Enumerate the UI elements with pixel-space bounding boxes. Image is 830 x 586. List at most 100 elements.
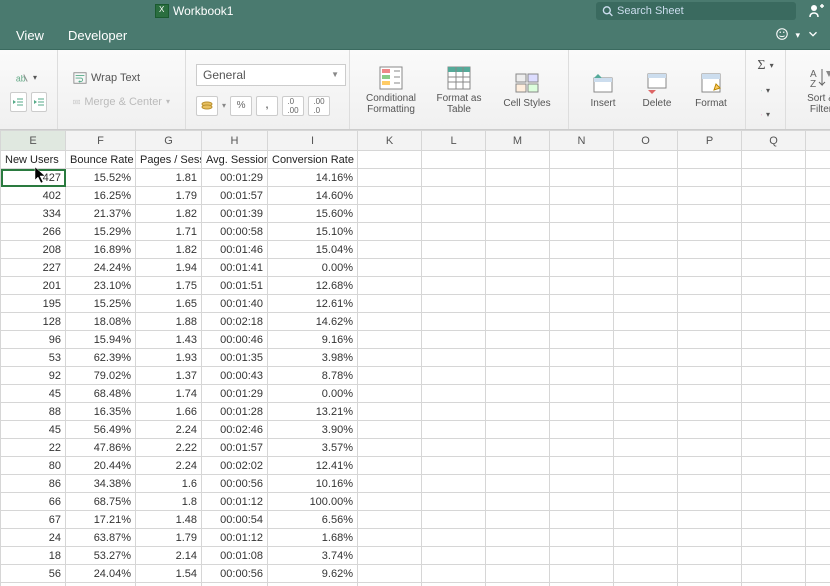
cell-N-5[interactable]	[550, 259, 614, 277]
cell-K-17[interactable]	[358, 475, 422, 493]
cell-Q-17[interactable]	[742, 475, 806, 493]
cell-G-18[interactable]: 1.8	[136, 493, 202, 511]
cell-H-18[interactable]: 00:01:12	[202, 493, 268, 511]
cell-F-19[interactable]: 17.21%	[66, 511, 136, 529]
cell-E-9[interactable]: 96	[1, 331, 66, 349]
cell-Q-11[interactable]	[742, 367, 806, 385]
increase-decimal-button[interactable]: .0.00	[282, 96, 304, 116]
cell-N-14[interactable]	[550, 421, 614, 439]
cell-Q-22[interactable]	[742, 565, 806, 583]
cell-F-6[interactable]: 23.10%	[66, 277, 136, 295]
header-cell-Q[interactable]	[742, 151, 806, 169]
cell-H-5[interactable]: 00:01:41	[202, 259, 268, 277]
cell-O-21[interactable]	[614, 547, 678, 565]
cell-F-1[interactable]: 16.25%	[66, 187, 136, 205]
cell-R-0[interactable]	[806, 169, 830, 187]
col-header-P[interactable]: P	[678, 131, 742, 151]
cell-I-3[interactable]: 15.10%	[268, 223, 358, 241]
cell-K-14[interactable]	[358, 421, 422, 439]
cell-R-6[interactable]	[806, 277, 830, 295]
increase-indent-button[interactable]	[31, 92, 48, 112]
cell-M-17[interactable]	[486, 475, 550, 493]
cell-M-23[interactable]	[486, 583, 550, 586]
cell-P-3[interactable]	[678, 223, 742, 241]
decrease-decimal-button[interactable]: .00.0	[308, 96, 330, 116]
cell-I-20[interactable]: 1.68%	[268, 529, 358, 547]
cell-K-20[interactable]	[358, 529, 422, 547]
cell-Q-8[interactable]	[742, 313, 806, 331]
cell-R-11[interactable]	[806, 367, 830, 385]
fill-button[interactable]: ▾	[756, 81, 775, 101]
cell-P-22[interactable]	[678, 565, 742, 583]
cell-E-16[interactable]: 80	[1, 457, 66, 475]
cell-K-5[interactable]	[358, 259, 422, 277]
cell-I-18[interactable]: 100.00%	[268, 493, 358, 511]
cell-I-10[interactable]: 3.98%	[268, 349, 358, 367]
cell-K-15[interactable]	[358, 439, 422, 457]
header-cell-P[interactable]	[678, 151, 742, 169]
cell-Q-12[interactable]	[742, 385, 806, 403]
cell-R-21[interactable]	[806, 547, 830, 565]
cell-Q-14[interactable]	[742, 421, 806, 439]
cell-F-21[interactable]: 53.27%	[66, 547, 136, 565]
cell-L-17[interactable]	[422, 475, 486, 493]
col-header-F[interactable]: F	[66, 131, 136, 151]
cell-M-20[interactable]	[486, 529, 550, 547]
cell-M-16[interactable]	[486, 457, 550, 475]
cell-E-19[interactable]: 67	[1, 511, 66, 529]
smiley-feedback-icon[interactable]	[775, 27, 789, 44]
cell-I-1[interactable]: 14.60%	[268, 187, 358, 205]
cell-I-14[interactable]: 3.90%	[268, 421, 358, 439]
cell-F-2[interactable]: 21.37%	[66, 205, 136, 223]
cell-O-20[interactable]	[614, 529, 678, 547]
cell-F-3[interactable]: 15.29%	[66, 223, 136, 241]
cell-H-23[interactable]: 00:01:19	[202, 583, 268, 586]
cell-R-19[interactable]	[806, 511, 830, 529]
cell-N-6[interactable]	[550, 277, 614, 295]
header-cell-K[interactable]	[358, 151, 422, 169]
cell-H-16[interactable]: 00:02:02	[202, 457, 268, 475]
cell-O-16[interactable]	[614, 457, 678, 475]
cell-I-6[interactable]: 12.68%	[268, 277, 358, 295]
conditional-formatting-button[interactable]: Conditional Formatting	[360, 57, 422, 123]
cell-M-2[interactable]	[486, 205, 550, 223]
cell-H-9[interactable]: 00:00:46	[202, 331, 268, 349]
cell-R-8[interactable]	[806, 313, 830, 331]
cell-I-12[interactable]: 0.00%	[268, 385, 358, 403]
cell-O-14[interactable]	[614, 421, 678, 439]
header-cell-F[interactable]: Bounce Rate	[66, 151, 136, 169]
cell-M-12[interactable]	[486, 385, 550, 403]
cell-R-20[interactable]	[806, 529, 830, 547]
cell-G-3[interactable]: 1.71	[136, 223, 202, 241]
header-cell-M[interactable]	[486, 151, 550, 169]
cell-I-21[interactable]: 3.74%	[268, 547, 358, 565]
cell-P-20[interactable]	[678, 529, 742, 547]
cell-G-9[interactable]: 1.43	[136, 331, 202, 349]
cell-O-22[interactable]	[614, 565, 678, 583]
header-cell-G[interactable]: Pages / Sessi	[136, 151, 202, 169]
cell-H-2[interactable]: 00:01:39	[202, 205, 268, 223]
cell-L-14[interactable]	[422, 421, 486, 439]
col-header-G[interactable]: G	[136, 131, 202, 151]
cell-P-5[interactable]	[678, 259, 742, 277]
cell-P-14[interactable]	[678, 421, 742, 439]
cell-Q-9[interactable]	[742, 331, 806, 349]
cell-Q-1[interactable]	[742, 187, 806, 205]
cell-G-2[interactable]: 1.82	[136, 205, 202, 223]
cell-M-0[interactable]	[486, 169, 550, 187]
menu-view[interactable]: View	[16, 28, 44, 43]
cell-Q-23[interactable]	[742, 583, 806, 586]
header-cell-H[interactable]: Avg. Session	[202, 151, 268, 169]
cell-K-7[interactable]	[358, 295, 422, 313]
cell-K-2[interactable]	[358, 205, 422, 223]
cell-P-2[interactable]	[678, 205, 742, 223]
cell-K-21[interactable]	[358, 547, 422, 565]
cell-F-11[interactable]: 79.02%	[66, 367, 136, 385]
cell-P-15[interactable]	[678, 439, 742, 457]
cell-H-17[interactable]: 00:00:56	[202, 475, 268, 493]
cell-E-2[interactable]: 334	[1, 205, 66, 223]
cell-G-15[interactable]: 2.22	[136, 439, 202, 457]
cell-F-22[interactable]: 24.04%	[66, 565, 136, 583]
cell-L-16[interactable]	[422, 457, 486, 475]
cell-L-2[interactable]	[422, 205, 486, 223]
